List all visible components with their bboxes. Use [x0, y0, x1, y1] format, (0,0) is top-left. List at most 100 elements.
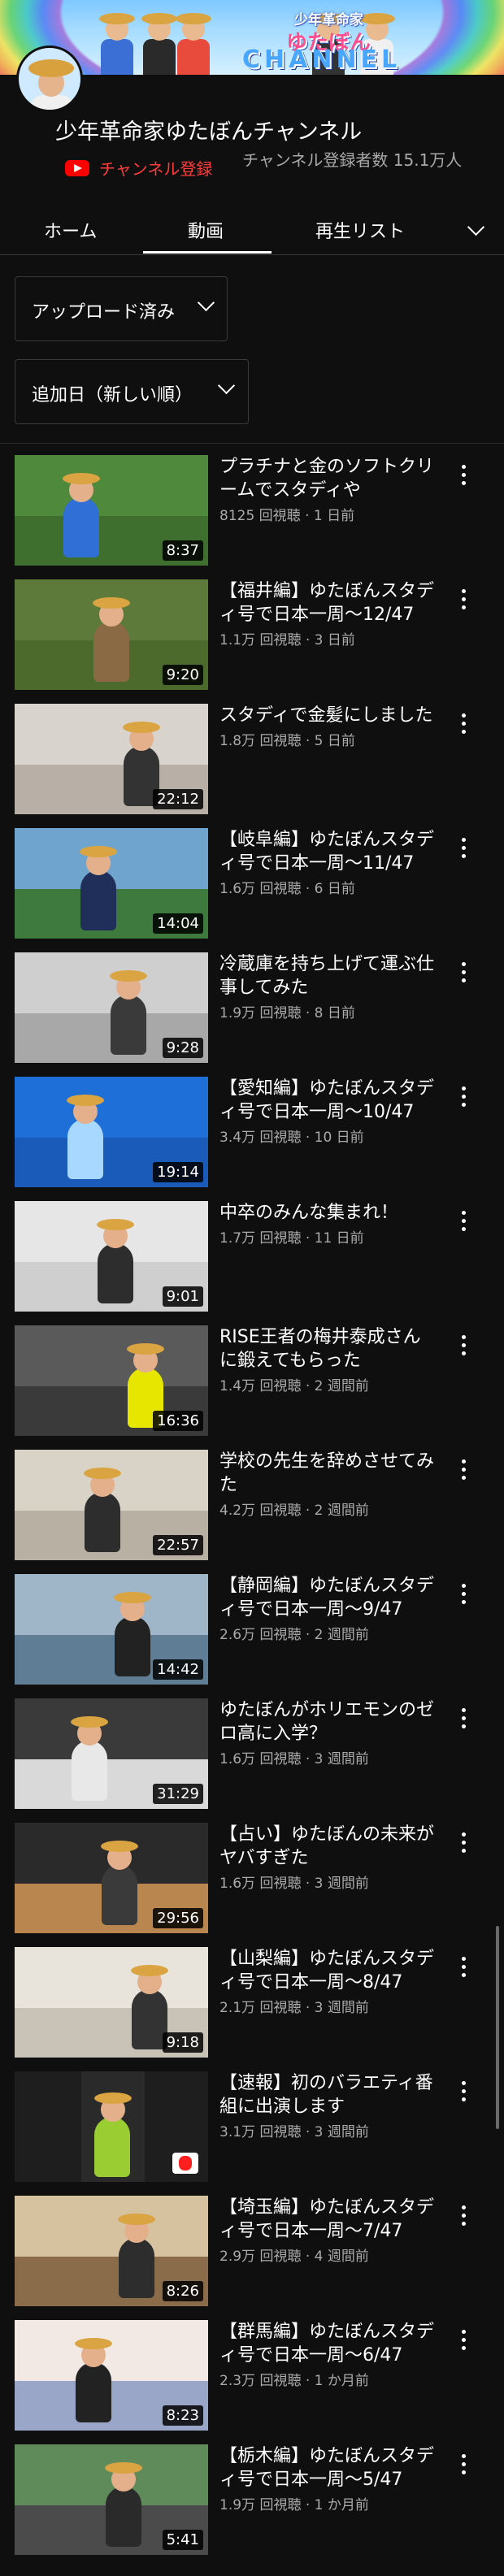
channel-title: 少年革命家ゆたぼんチャンネル — [55, 119, 363, 145]
more-options-icon[interactable] — [462, 589, 467, 610]
video-item[interactable]: 9:20 【福井編】ゆたぼんスタディ号で日本一周〜12/47 1.1万 回視聴 · … — [0, 579, 504, 693]
video-title[interactable]: 【愛知編】ゆたぼんスタディ号で日本一周〜10/47 — [219, 1077, 437, 1124]
subscriber-count: チャンネル登録者数 15.1万人 — [242, 150, 463, 170]
video-item[interactable]: 16:36 RISE王者の梅井泰成さんに鍛えてもらった 1.4万 回視聴 · 2 週… — [0, 1325, 504, 1439]
scrollbar[interactable] — [496, 1926, 499, 2129]
more-options-icon[interactable] — [462, 465, 467, 486]
more-options-icon[interactable] — [462, 2454, 467, 2475]
video-thumbnail[interactable]: 9:01 — [15, 1201, 208, 1312]
video-duration: 9:28 — [162, 1038, 203, 1058]
upload-type-dropdown[interactable]: アップロード済み — [15, 276, 228, 341]
video-meta: 2.3万 回視聴 · 1 か月前 — [219, 2373, 369, 2389]
video-thumbnail[interactable]: 8:26 — [15, 2196, 208, 2306]
video-meta: 1.7万 回視聴 · 11 日前 — [219, 1230, 364, 1247]
video-meta: 3.4万 回視聴 · 10 日前 — [219, 1130, 364, 1146]
video-meta: 1.9万 回視聴 · 1 か月前 — [219, 2497, 369, 2513]
video-thumbnail[interactable]: 22:12 — [15, 704, 208, 814]
more-options-icon[interactable] — [462, 2330, 467, 2351]
video-title[interactable]: 冷蔵庫を持ち上げて運ぶ仕事してみた — [219, 952, 437, 1000]
video-meta: 3.1万 回視聴 · 3 週間前 — [219, 2124, 369, 2140]
video-item[interactable]: 19:14 【愛知編】ゆたぼんスタディ号で日本一周〜10/47 3.4万 回視聴 ·… — [0, 1077, 504, 1190]
video-duration: 8:26 — [162, 2281, 203, 2301]
more-options-icon[interactable] — [462, 1086, 467, 1108]
video-item[interactable]: 9:01 中卒のみんな集まれ！ 1.7万 回視聴 · 11 日前 — [0, 1201, 504, 1315]
video-meta: 1.6万 回視聴 · 6 日前 — [219, 881, 355, 897]
video-duration: 16:36 — [153, 1411, 203, 1431]
video-thumbnail[interactable]: 19:14 — [15, 1077, 208, 1187]
video-thumbnail[interactable]: 8:23 — [15, 2320, 208, 2431]
shorts-thumbnail[interactable] — [15, 2071, 208, 2182]
more-options-icon[interactable] — [462, 1211, 467, 1232]
active-tab-indicator — [143, 251, 272, 254]
more-options-icon[interactable] — [462, 1584, 467, 1605]
video-duration: 9:01 — [162, 1286, 203, 1307]
video-meta: 8125 回視聴 · 1 日前 — [219, 508, 355, 524]
more-options-icon[interactable] — [462, 2081, 467, 2102]
video-duration: 19:14 — [153, 1162, 203, 1182]
video-title[interactable]: 【群馬編】ゆたぼんスタディ号で日本一周〜6/47 — [219, 2320, 437, 2367]
video-title[interactable]: 【山梨編】ゆたぼんスタディ号で日本一周〜8/47 — [219, 1947, 437, 1994]
video-thumbnail[interactable]: 16:36 — [15, 1325, 208, 1436]
more-options-icon[interactable] — [462, 2205, 467, 2227]
video-thumbnail[interactable]: 14:04 — [15, 828, 208, 939]
video-thumbnail[interactable]: 22:57 — [15, 1450, 208, 1560]
video-thumbnail[interactable]: 14:42 — [15, 1574, 208, 1685]
video-title[interactable]: 【静岡編】ゆたぼんスタディ号で日本一周〜9/47 — [219, 1574, 437, 1621]
more-options-icon[interactable] — [462, 1957, 467, 1978]
video-title[interactable]: 【埼玉編】ゆたぼんスタディ号で日本一周〜7/47 — [219, 2196, 437, 2243]
video-duration: 22:57 — [153, 1535, 203, 1555]
more-options-icon[interactable] — [462, 1459, 467, 1481]
video-item[interactable]: 29:56 【占い】ゆたぼんの未来がヤバすぎた 1.6万 回視聴 · 3 週間前 — [0, 1823, 504, 1936]
tab-home[interactable]: ホーム — [44, 217, 97, 243]
more-options-icon[interactable] — [462, 1708, 467, 1729]
video-thumbnail[interactable]: 29:56 — [15, 1823, 208, 1933]
video-item[interactable]: 14:04 【岐阜編】ゆたぼんスタディ号で日本一周〜11/47 1.6万 回視聴 ·… — [0, 828, 504, 942]
chevron-down-icon[interactable] — [467, 218, 485, 236]
video-item[interactable]: 8:26 【埼玉編】ゆたぼんスタディ号で日本一周〜7/47 2.9万 回視聴 · 4… — [0, 2196, 504, 2309]
video-item[interactable]: 31:29 ゆたぼんがホリエモンのゼロ高に入学？ 1.6万 回視聴 · 3 週間前 — [0, 1698, 504, 1812]
banner-kid — [98, 13, 137, 75]
channel-avatar[interactable] — [16, 46, 83, 112]
video-title[interactable]: 【岐阜編】ゆたぼんスタディ号で日本一周〜11/47 — [219, 828, 437, 875]
video-item[interactable]: 9:18 【山梨編】ゆたぼんスタディ号で日本一周〜8/47 2.1万 回視聴 · 3… — [0, 1947, 504, 2061]
tab-playlists[interactable]: 再生リスト — [315, 217, 405, 243]
video-title[interactable]: ゆたぼんがホリエモンのゼロ高に入学？ — [219, 1698, 437, 1746]
video-meta: 2.6万 回視聴 · 2 週間前 — [219, 1627, 369, 1643]
video-item[interactable]: 【速報】初のバラエティ番組に出演します 3.1万 回視聴 · 3 週間前 — [0, 2071, 504, 2185]
video-title[interactable]: 【栃木編】ゆたぼんスタディ号で日本一周〜5/47 — [219, 2444, 437, 2491]
video-item[interactable]: 5:41 【栃木編】ゆたぼんスタディ号で日本一周〜5/47 1.9万 回視聴 · 1… — [0, 2444, 504, 2558]
video-item[interactable]: 22:12 スタディで金髪にしました 1.8万 回視聴 · 5 日前 — [0, 704, 504, 817]
video-item[interactable]: 14:42 【静岡編】ゆたぼんスタディ号で日本一周〜9/47 2.6万 回視聴 · … — [0, 1574, 504, 1688]
video-thumbnail[interactable]: 8:37 — [15, 455, 208, 566]
video-item[interactable]: 8:37 プラチナと金のソフトクリームでスタディや 8125 回視聴 · 1 日前 — [0, 455, 504, 569]
video-thumbnail[interactable]: 31:29 — [15, 1698, 208, 1809]
more-options-icon[interactable] — [462, 1832, 467, 1854]
video-title[interactable]: 中卒のみんな集まれ！ — [219, 1201, 437, 1225]
more-options-icon[interactable] — [462, 962, 467, 983]
video-title[interactable]: RISE王者の梅井泰成さんに鍛えてもらった — [219, 1325, 437, 1373]
video-meta: 1.9万 回視聴 · 8 日前 — [219, 1005, 355, 1021]
video-item[interactable]: 9:28 冷蔵庫を持ち上げて運ぶ仕事してみた 1.9万 回視聴 · 8 日前 — [0, 952, 504, 1066]
video-item[interactable]: 22:57 学校の先生を辞めさせてみた 4.2万 回視聴 · 2 週間前 — [0, 1450, 504, 1563]
video-title[interactable]: 【福井編】ゆたぼんスタディ号で日本一周〜12/47 — [219, 579, 437, 627]
video-title[interactable]: 【速報】初のバラエティ番組に出演します — [219, 2071, 437, 2118]
video-title[interactable]: 学校の先生を辞めさせてみた — [219, 1450, 437, 1497]
video-title[interactable]: スタディで金髪にしました — [219, 704, 437, 727]
tab-videos[interactable]: 動画 — [188, 217, 224, 243]
video-thumbnail[interactable]: 9:28 — [15, 952, 208, 1063]
video-title[interactable]: プラチナと金のソフトクリームでスタディや — [219, 455, 437, 502]
video-duration: 9:20 — [162, 665, 203, 685]
video-duration: 8:23 — [162, 2405, 203, 2426]
more-options-icon[interactable] — [462, 838, 467, 859]
video-thumbnail[interactable]: 5:41 — [15, 2444, 208, 2555]
video-item[interactable]: 8:23 【群馬編】ゆたぼんスタディ号で日本一周〜6/47 2.3万 回視聴 · 1… — [0, 2320, 504, 2434]
sort-order-dropdown[interactable]: 追加日（新しい順） — [15, 359, 249, 424]
video-title[interactable]: 【占い】ゆたぼんの未来がヤバすぎた — [219, 1823, 437, 1870]
video-meta: 2.9万 回視聴 · 4 週間前 — [219, 2249, 369, 2265]
video-thumbnail[interactable]: 9:18 — [15, 1947, 208, 2058]
video-duration: 5:41 — [162, 2530, 203, 2550]
subscribe-button[interactable]: チャンネル登録 — [65, 156, 212, 180]
more-options-icon[interactable] — [462, 713, 467, 735]
video-thumbnail[interactable]: 9:20 — [15, 579, 208, 690]
more-options-icon[interactable] — [462, 1335, 467, 1356]
